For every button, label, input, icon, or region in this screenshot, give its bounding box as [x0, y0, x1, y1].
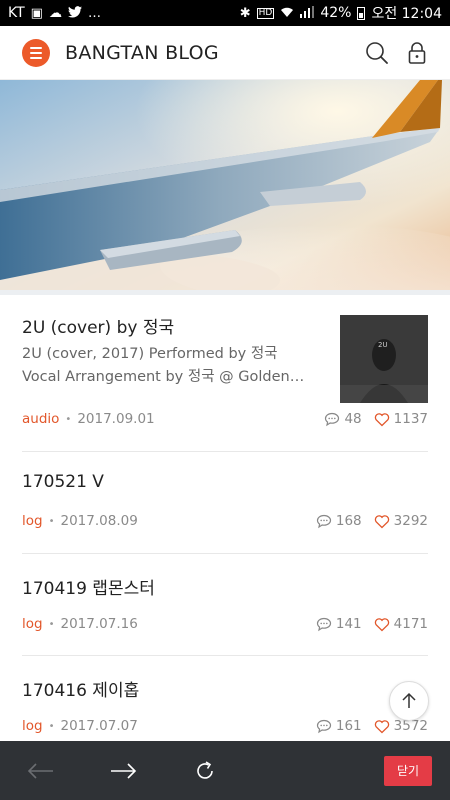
hd-icon: HD: [256, 7, 275, 19]
banner-image: [0, 80, 450, 290]
meta-separator: •: [48, 515, 55, 527]
comment-icon: [316, 617, 331, 631]
scroll-to-top-button[interactable]: [389, 681, 429, 721]
post-item[interactable]: 2U (cover) by 정국 2U (cover, 2017) Perfor…: [22, 295, 428, 452]
heart-icon[interactable]: [374, 719, 390, 734]
meta-separator: •: [48, 720, 55, 732]
carrier-label: KT: [8, 5, 25, 21]
comment-icon: [316, 719, 331, 733]
close-button[interactable]: 닫기: [384, 755, 432, 786]
post-date: 2017.07.07: [60, 718, 138, 734]
post-title[interactable]: 170521 V: [22, 472, 104, 492]
comment-count: 168: [335, 513, 362, 529]
comment-icon: [325, 412, 340, 426]
arrow-left-icon: [27, 762, 53, 779]
post-title[interactable]: 170419 랩몬스터: [22, 574, 155, 599]
refresh-icon: [197, 760, 213, 779]
forward-button[interactable]: [106, 754, 140, 788]
arrow-right-icon: [111, 762, 137, 779]
heart-icon[interactable]: [374, 617, 390, 632]
app-header: BANGTAN BLOG: [0, 26, 450, 80]
refresh-button[interactable]: [188, 754, 222, 788]
twitter-icon: [67, 5, 82, 21]
post-meta: log • 2017.08.09 168 3292: [22, 513, 428, 529]
like-count: 3292: [393, 513, 428, 529]
post-item[interactable]: 170521 V log • 2017.08.09 168 3292: [22, 452, 428, 554]
meta-separator: •: [48, 618, 55, 630]
signal-icon: [300, 5, 315, 21]
menu-button[interactable]: [22, 38, 50, 67]
post-category[interactable]: log: [22, 513, 43, 529]
battery-percent: 42%: [320, 5, 352, 21]
bottom-browser-bar: 닫기: [0, 741, 450, 800]
meta-separator: •: [65, 413, 72, 425]
heart-icon[interactable]: [374, 412, 390, 427]
like-count: 4171: [393, 616, 428, 632]
post-meta: log • 2017.07.16 141 4171: [22, 616, 428, 632]
post-category[interactable]: audio: [22, 411, 59, 427]
post-item[interactable]: 170419 랩몬스터 log • 2017.07.16 141 4171: [22, 554, 428, 656]
post-date: 2017.09.01: [77, 411, 155, 427]
lock-icon[interactable]: [404, 40, 430, 66]
post-excerpt: Vocal Arrangement by 정국 @ Golden…: [22, 369, 305, 385]
heart-icon[interactable]: [374, 514, 390, 529]
post-category[interactable]: log: [22, 718, 43, 734]
bluetooth-icon: ✱: [239, 5, 251, 21]
cloud-icon: ☁: [48, 5, 62, 21]
search-icon[interactable]: [364, 40, 390, 66]
post-list: 2U (cover) by 정국 2U (cover, 2017) Perfor…: [0, 295, 450, 746]
comment-count: 161: [335, 718, 362, 734]
comment-count: 48: [344, 411, 362, 427]
post-item[interactable]: 170416 제이홉 log • 2017.07.07 161 3572: [22, 656, 428, 746]
post-title[interactable]: 2U (cover) by 정국: [22, 313, 174, 338]
comment-icon: [316, 514, 331, 528]
post-date: 2017.07.16: [60, 616, 138, 632]
thumbnail-text: 2U: [378, 341, 388, 349]
post-meta: log • 2017.07.07 161 3572: [22, 718, 428, 734]
post-meta: audio • 2017.09.01 48 1137: [22, 411, 428, 427]
post-excerpt: 2U (cover, 2017) Performed by 정국: [22, 346, 278, 362]
like-count: 1137: [393, 411, 428, 427]
post-category[interactable]: log: [22, 616, 43, 632]
back-button[interactable]: [24, 754, 58, 788]
post-date: 2017.08.09: [60, 513, 138, 529]
post-title[interactable]: 170416 제이홉: [22, 676, 139, 701]
status-bar: KT ▣ ☁ … ✱ HD 42% 오전 12:04: [0, 0, 450, 26]
post-thumbnail[interactable]: 2U: [340, 315, 428, 403]
battery-icon: [357, 6, 366, 20]
blog-title[interactable]: BANGTAN BLOG: [65, 42, 350, 64]
notification-icon: ▣: [30, 5, 43, 21]
arrow-up-icon: [402, 692, 416, 708]
more-notifications-icon: …: [87, 5, 101, 21]
comment-count: 141: [335, 616, 362, 632]
clock: 오전 12:04: [371, 6, 442, 22]
wifi-icon: [280, 6, 294, 21]
